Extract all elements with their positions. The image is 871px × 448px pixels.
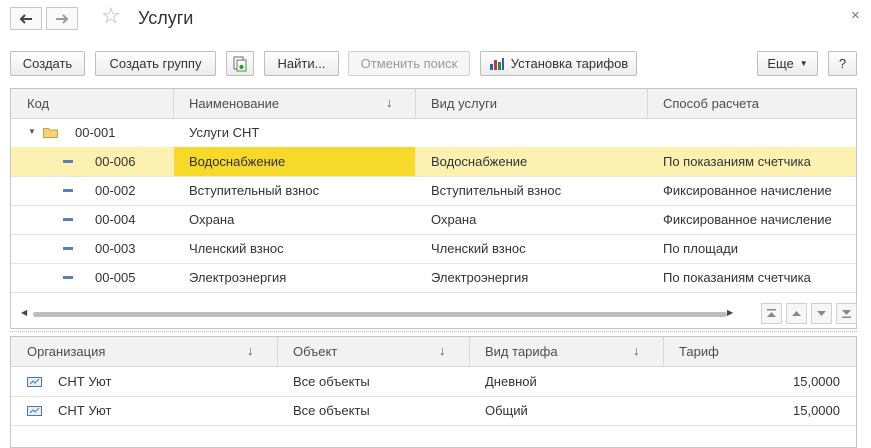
- row-code: 00-005: [95, 270, 136, 285]
- table-row[interactable]: 00-004 Охрана Охрана Фиксированное начис…: [11, 205, 856, 235]
- back-button[interactable]: [10, 7, 42, 30]
- next-row-button[interactable]: [811, 303, 832, 324]
- group-code: 00-001: [75, 125, 116, 140]
- row-service-type: Водоснабжение: [431, 154, 528, 169]
- item-icon: [63, 276, 73, 279]
- column-organization[interactable]: Организация: [27, 337, 105, 366]
- folder-icon: [43, 128, 58, 138]
- horizontal-scrollbar[interactable]: [33, 312, 727, 317]
- create-button[interactable]: Создать: [10, 51, 85, 76]
- column-service-type[interactable]: Вид услуги: [431, 89, 497, 118]
- group-row[interactable]: ▼ 00-001 Услуги СНТ: [11, 118, 856, 148]
- row-object: Все объекты: [293, 403, 370, 418]
- item-icon: [63, 247, 73, 250]
- sort-down-icon[interactable]: ↓: [633, 337, 640, 366]
- copy-icon: [233, 56, 247, 71]
- bar-chart-icon: [489, 57, 504, 70]
- row-object: Все объекты: [293, 374, 370, 389]
- splitter[interactable]: [10, 331, 857, 333]
- find-button[interactable]: Найти...: [264, 51, 339, 76]
- row-code: 00-006: [95, 154, 136, 169]
- row-tariff: 15,0000: [793, 374, 840, 389]
- row-name: Членский взнос: [189, 241, 284, 256]
- forward-arrow-icon: [56, 13, 69, 24]
- organization-icon: [27, 377, 42, 387]
- row-tariff-kind: Общий: [485, 403, 528, 418]
- item-icon: [63, 189, 73, 192]
- row-calc-method: По показаниям счетчика: [663, 154, 811, 169]
- forward-button[interactable]: [46, 7, 78, 30]
- row-calc-method: По площади: [663, 241, 738, 256]
- row-code: 00-004: [95, 212, 136, 227]
- row-calc-method: Фиксированное начисление: [663, 212, 832, 227]
- row-code: 00-002: [95, 183, 136, 198]
- row-organization: СНТ Уют: [58, 374, 112, 389]
- copy-button[interactable]: [226, 51, 254, 76]
- row-name: Электроэнергия: [189, 270, 287, 285]
- set-tariffs-button[interactable]: Установка тарифов: [480, 51, 637, 76]
- chevron-down-icon: ▼: [799, 59, 808, 68]
- item-icon: [63, 160, 73, 163]
- row-tariff-kind: Дневной: [485, 374, 537, 389]
- last-row-button[interactable]: [836, 303, 857, 324]
- column-tariff[interactable]: Тариф: [679, 337, 719, 366]
- row-calc-method: По показаниям счетчика: [663, 270, 811, 285]
- row-service-type: Электроэнергия: [431, 270, 529, 285]
- row-code: 00-003: [95, 241, 136, 256]
- go-last-icon: [842, 310, 851, 318]
- star-icon[interactable]: ☆: [101, 5, 121, 27]
- table-row[interactable]: СНТ Уют Все объекты Дневной 15,0000: [11, 367, 856, 397]
- column-calc-method[interactable]: Способ расчета: [663, 89, 759, 118]
- table-row[interactable]: 00-003 Членский взнос Членский взнос По …: [11, 234, 856, 264]
- row-name: Вступительный взнос: [189, 183, 320, 198]
- prev-row-button[interactable]: [786, 303, 807, 324]
- sort-down-icon[interactable]: ↓: [439, 337, 446, 366]
- column-object[interactable]: Объект: [293, 337, 337, 366]
- tariffs-header: Организация ↓ Объект ↓ Вид тарифа ↓ Тари…: [11, 337, 856, 367]
- column-tariff-kind[interactable]: Вид тарифа: [485, 337, 558, 366]
- row-service-type: Вступительный взнос: [431, 183, 562, 198]
- scroll-right-icon[interactable]: ▶: [727, 308, 733, 317]
- row-organization: СНТ Уют: [58, 403, 112, 418]
- row-tariff: 15,0000: [793, 403, 840, 418]
- cancel-search-button[interactable]: Отменить поиск: [348, 51, 470, 76]
- close-icon[interactable]: ×: [851, 7, 860, 24]
- column-code[interactable]: Код: [27, 89, 49, 118]
- go-down-icon: [817, 311, 826, 316]
- more-label: Еще: [767, 56, 794, 71]
- table-row[interactable]: СНТ Уют Все объекты Общий 15,0000: [11, 396, 856, 426]
- create-group-button[interactable]: Создать группу: [95, 51, 216, 76]
- row-calc-method: Фиксированное начисление: [663, 183, 832, 198]
- go-first-icon: [767, 309, 776, 317]
- row-service-type: Охрана: [431, 212, 477, 227]
- table-row[interactable]: 00-002 Вступительный взнос Вступительный…: [11, 176, 856, 206]
- more-button[interactable]: Еще ▼: [757, 51, 818, 76]
- column-name[interactable]: Наименование: [189, 89, 279, 118]
- group-name: Услуги СНТ: [189, 125, 260, 140]
- table-row[interactable]: 00-006 Водоснабжение Водоснабжение По по…: [11, 147, 856, 177]
- sort-down-icon[interactable]: ↓: [247, 337, 254, 366]
- row-name: Водоснабжение: [189, 154, 286, 169]
- sort-down-icon[interactable]: ↓: [386, 89, 393, 118]
- set-tariffs-label: Установка тарифов: [510, 56, 629, 71]
- help-button[interactable]: ?: [828, 51, 857, 76]
- services-table: Код Наименование ↓ Вид услуги Способ рас…: [10, 88, 857, 329]
- go-up-icon: [792, 311, 801, 316]
- row-service-type: Членский взнос: [431, 241, 526, 256]
- first-row-button[interactable]: [761, 303, 782, 324]
- services-header: Код Наименование ↓ Вид услуги Способ рас…: [11, 89, 856, 119]
- back-arrow-icon: [19, 13, 32, 24]
- row-name: Охрана: [189, 212, 235, 227]
- scroll-left-icon[interactable]: ◀: [21, 308, 27, 317]
- table-row[interactable]: 00-005 Электроэнергия Электроэнергия По …: [11, 263, 856, 293]
- window-title: Услуги: [138, 8, 194, 28]
- expand-triangle-icon[interactable]: ▼: [28, 127, 36, 136]
- item-icon: [63, 218, 73, 221]
- organization-icon: [27, 406, 42, 416]
- tariffs-table: Организация ↓ Объект ↓ Вид тарифа ↓ Тари…: [10, 336, 857, 448]
